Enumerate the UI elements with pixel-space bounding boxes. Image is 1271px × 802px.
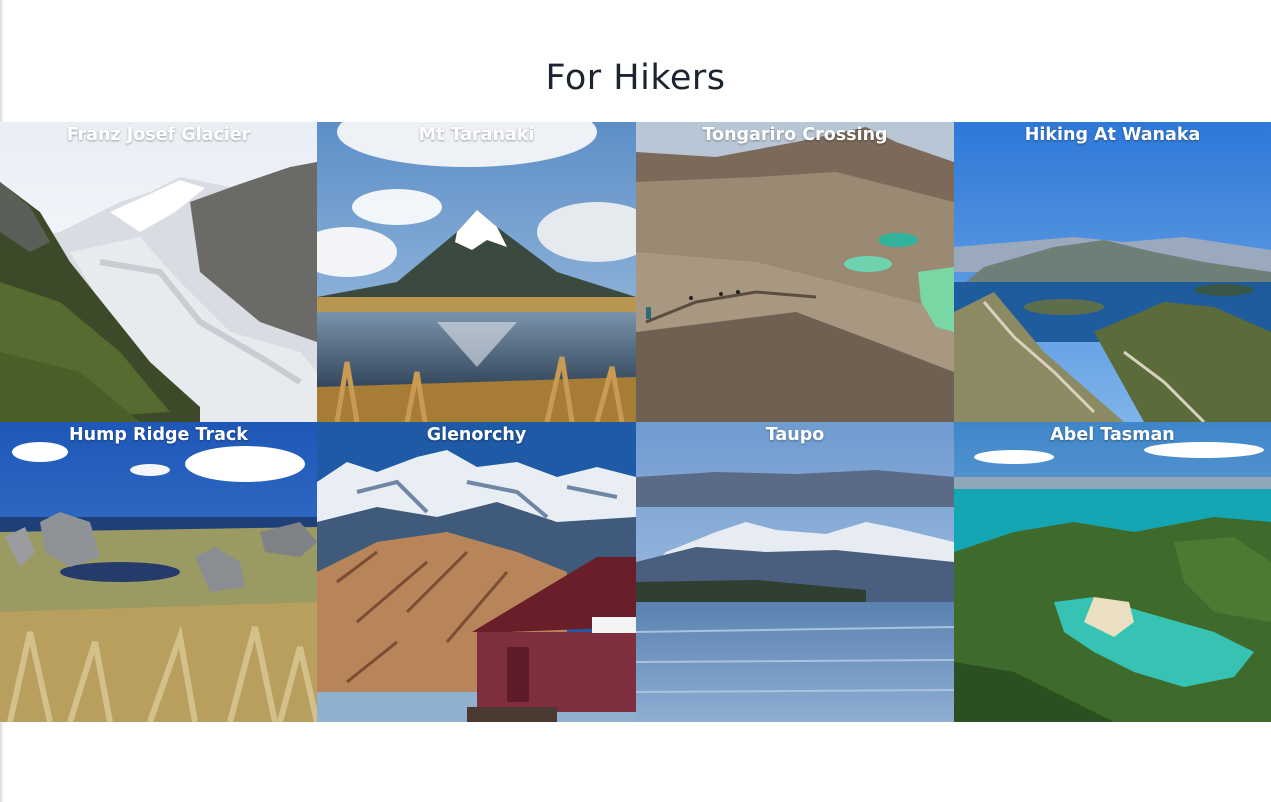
glacier-valley-photo [0, 122, 317, 422]
destination-tile-glenorchy[interactable]: Glenorchy [317, 422, 636, 722]
destination-label: Hiking At Wanaka [1024, 125, 1201, 145]
destination-label: Mt Taranaki [418, 125, 535, 145]
destination-label: Hump Ridge Track [69, 425, 248, 445]
volcano-reflection-photo [317, 122, 636, 422]
destination-tile-tongariro-crossing[interactable]: Tongariro Crossing [636, 122, 954, 422]
destination-tile-hump-ridge-track[interactable]: Hump Ridge Track [0, 422, 317, 722]
section-title: For Hikers [545, 58, 726, 98]
destination-label: Tongariro Crossing [702, 125, 888, 145]
destination-tile-franz-josef-glacier[interactable]: Franz Josef Glacier [0, 122, 317, 422]
destination-tile-abel-tasman[interactable]: Abel Tasman [954, 422, 1271, 722]
lake-wanaka-ridge-photo [954, 122, 1271, 422]
lake-taupo-photo [636, 422, 954, 722]
tussock-rocks-photo [0, 422, 317, 722]
destination-tile-taupo[interactable]: Taupo [636, 422, 954, 722]
turquoise-bay-photo [954, 422, 1271, 722]
destination-tile-mt-taranaki[interactable]: Mt Taranaki [317, 122, 636, 422]
destination-tile-hiking-at-wanaka[interactable]: Hiking At Wanaka [954, 122, 1271, 422]
emerald-lakes-photo [636, 122, 954, 422]
red-shed-mountains-photo [317, 422, 636, 722]
hiking-destinations-grid: Franz Josef Glacier Mt Taranaki Tongarir… [0, 122, 1271, 722]
destination-label: Franz Josef Glacier [66, 125, 251, 145]
destination-label: Abel Tasman [1050, 425, 1175, 445]
destination-label: Taupo [765, 425, 825, 445]
destination-label: Glenorchy [426, 425, 527, 445]
